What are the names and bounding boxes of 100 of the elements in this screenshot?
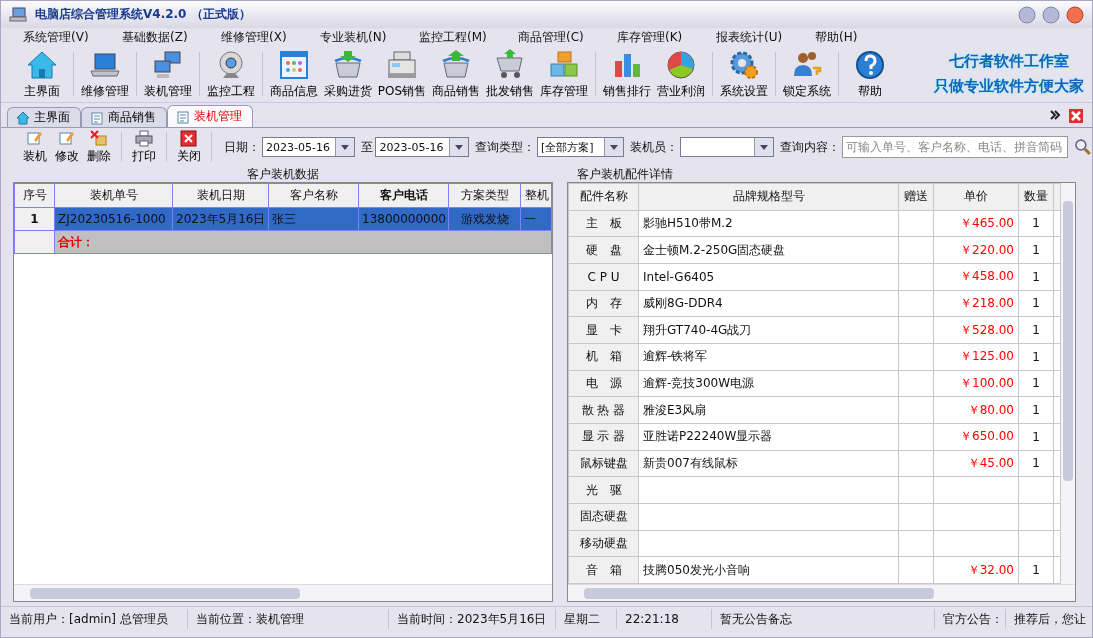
menu-item[interactable]: 监控工程(M): [419, 28, 518, 46]
toolbar-button[interactable]: 装机管理: [143, 48, 193, 100]
delete-icon: [90, 129, 108, 147]
tab[interactable]: 主界面: [7, 107, 81, 127]
caret-icon: [760, 144, 769, 150]
column-header[interactable]: 客户名称: [268, 183, 359, 208]
column-header[interactable]: 数量: [1018, 183, 1054, 211]
table-cell: 主 板: [568, 210, 639, 237]
help-icon: [853, 48, 887, 81]
table-cell: 1: [1018, 316, 1054, 344]
action-button[interactable]: 装机: [19, 129, 51, 165]
table-cell: Intel-G6405: [638, 263, 899, 291]
column-header[interactable]: 赠送: [898, 183, 934, 211]
vertical-scrollbar[interactable]: [1061, 183, 1075, 584]
toolbar-button[interactable]: 商品信息: [269, 48, 319, 100]
to-label: 至: [361, 138, 374, 156]
table-cell: 新贵007有线鼠标: [638, 450, 899, 477]
table-cell: ￥80.00: [933, 396, 1019, 424]
horizontal-scrollbar[interactable]: [14, 584, 552, 601]
table-cell: ￥100.00: [933, 370, 1019, 397]
table-cell: 逾辉-竞技300W电源: [638, 370, 899, 397]
toolbar-button[interactable]: 主界面: [17, 48, 67, 100]
table-cell: 金士顿M.2-250G固态硬盘: [638, 236, 899, 264]
table-cell: 电 源: [568, 370, 639, 397]
column-header[interactable]: 单价: [933, 183, 1019, 211]
close-icon[interactable]: [1068, 108, 1084, 124]
close-icon: [179, 129, 198, 147]
menu-item[interactable]: 帮助(H): [815, 28, 914, 46]
table-cell: 1: [1018, 236, 1054, 264]
toolbar-button[interactable]: 维修管理: [80, 48, 130, 100]
status-text: 暂无公告备忘: [712, 609, 935, 629]
table-cell: 显 示 器: [568, 423, 639, 451]
toolbar-button[interactable]: 系统设置: [719, 48, 769, 100]
table-cell: 1: [1018, 556, 1054, 584]
table-cell: 1: [1018, 396, 1054, 424]
toolbar-button[interactable]: 锁定系统: [782, 48, 832, 100]
search-icon[interactable]: [1074, 138, 1092, 156]
close-button[interactable]: [1066, 5, 1084, 24]
query-type-dropdown[interactable]: [全部方案]: [536, 137, 624, 157]
action-button[interactable]: 打印: [128, 129, 160, 165]
table-cell: ￥650.00: [933, 423, 1019, 451]
menu-item[interactable]: 基础数据(Z): [122, 28, 221, 46]
table-cell: 1: [1018, 290, 1054, 317]
toolbar-button[interactable]: 批发销售: [485, 48, 535, 100]
maximize-button[interactable]: [1042, 5, 1060, 24]
caret-icon: [609, 144, 618, 150]
table-cell: 机 箱: [568, 343, 639, 371]
table-cell: 雅浚E3风扇: [638, 396, 899, 424]
action-button[interactable]: 删除: [83, 129, 115, 165]
tab[interactable]: 商品销售: [81, 107, 167, 127]
table-row[interactable]: 1 ZJ20230516-1000 2023年5月16日 张三 13800000000 游戏发烧 一: [14, 207, 552, 231]
table-cell: 1: [14, 207, 55, 231]
column-header[interactable]: 方案类型: [448, 183, 521, 208]
column-header[interactable]: 整机: [520, 183, 552, 208]
toolbar-button[interactable]: 销售排行: [602, 48, 652, 100]
toolbar-button[interactable]: POS销售: [377, 48, 427, 100]
action-button[interactable]: 关闭: [172, 129, 205, 165]
menu-item[interactable]: 商品管理(C): [518, 28, 617, 46]
menu-item[interactable]: 维修管理(X): [221, 28, 320, 46]
table-cell: 1: [1018, 210, 1054, 237]
column-header[interactable]: 装机日期: [172, 183, 269, 208]
toolbar-button[interactable]: 监控工程: [206, 48, 256, 100]
printer-icon: [135, 129, 153, 147]
table-cell: 1: [1018, 450, 1054, 477]
table-cell: 显 卡: [568, 316, 639, 344]
table-cell: 鼠标键盘: [568, 450, 639, 477]
menu-item[interactable]: 库存管理(K): [617, 28, 716, 46]
caret-icon: [454, 144, 463, 150]
column-header[interactable]: 装机单号: [54, 183, 173, 208]
status-text: 星期二: [556, 609, 617, 629]
menu-item[interactable]: 专业装机(N): [320, 28, 419, 46]
horizontal-scrollbar[interactable]: [568, 584, 1075, 601]
menu-item[interactable]: 报表统计(U): [716, 28, 815, 46]
date-to-field[interactable]: 2023-05-16: [375, 137, 469, 157]
tab[interactable]: 装机管理: [167, 105, 253, 127]
column-header[interactable]: 品牌规格型号: [638, 183, 899, 211]
cash-register-icon: [385, 48, 419, 81]
toolbar-button[interactable]: 营业利润: [656, 48, 706, 100]
minimize-button[interactable]: [1018, 5, 1036, 24]
column-header[interactable]: 配件名称: [568, 183, 639, 211]
table-cell: 威刚8G-DDR4: [638, 290, 899, 317]
menu-item[interactable]: 系统管理(V): [23, 28, 122, 46]
date-from-field[interactable]: 2023-05-16: [261, 137, 356, 157]
toolbar-button[interactable]: 帮助: [845, 48, 895, 100]
table-cell: 亚胜诺P22240W显示器: [638, 423, 899, 451]
computer-icon: [9, 6, 27, 23]
toolbar-button[interactable]: 商品销售: [431, 48, 481, 100]
slogan-text: 七行者软件工作室: [949, 52, 1069, 71]
column-header[interactable]: 客户电话: [358, 183, 449, 208]
table-cell: 固态硬盘: [568, 503, 639, 531]
panel-title: 客户装机数据: [247, 166, 319, 182]
table-cell: C P U: [568, 263, 639, 291]
table-cell: 音 箱: [568, 556, 639, 584]
status-text: 当前时间：2023年5月16日: [389, 609, 556, 629]
toolbar-button[interactable]: 采购进货: [323, 48, 373, 100]
toolbar-button[interactable]: 库存管理: [539, 48, 589, 100]
installer-dropdown[interactable]: [679, 137, 775, 157]
column-header[interactable]: 序号: [14, 183, 55, 208]
action-button[interactable]: 修改: [51, 129, 83, 165]
search-field[interactable]: 可输入单号、客户名称、电话、拼音简码: [842, 136, 1069, 158]
